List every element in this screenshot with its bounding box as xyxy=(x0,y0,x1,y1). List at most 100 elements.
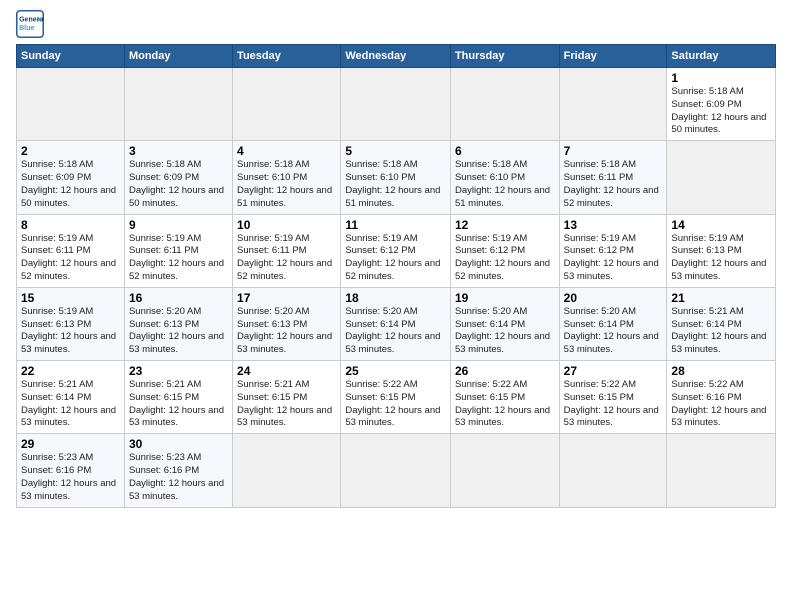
day-number: 15 xyxy=(21,291,120,305)
empty-cell xyxy=(450,434,559,507)
logo-icon: General Blue xyxy=(16,10,44,38)
day-info: Sunrise: 5:18 AMSunset: 6:11 PMDaylight:… xyxy=(564,159,663,210)
day-number: 29 xyxy=(21,437,120,451)
day-number: 5 xyxy=(345,144,446,158)
calendar-cell-11: 11Sunrise: 5:19 AMSunset: 6:12 PMDayligh… xyxy=(341,214,451,287)
day-number: 23 xyxy=(129,364,228,378)
calendar-cell-29: 29Sunrise: 5:23 AMSunset: 6:16 PMDayligh… xyxy=(17,434,125,507)
calendar-cell-23: 23Sunrise: 5:21 AMSunset: 6:15 PMDayligh… xyxy=(124,361,232,434)
day-number: 21 xyxy=(671,291,771,305)
day-number: 13 xyxy=(564,218,663,232)
day-number: 11 xyxy=(345,218,446,232)
day-number: 22 xyxy=(21,364,120,378)
day-number: 18 xyxy=(345,291,446,305)
calendar-cell-4: 4Sunrise: 5:18 AMSunset: 6:10 PMDaylight… xyxy=(233,141,341,214)
day-info: Sunrise: 5:19 AMSunset: 6:12 PMDaylight:… xyxy=(345,233,446,284)
day-info: Sunrise: 5:19 AMSunset: 6:12 PMDaylight:… xyxy=(564,233,663,284)
day-info: Sunrise: 5:19 AMSunset: 6:11 PMDaylight:… xyxy=(237,233,336,284)
calendar-cell-24: 24Sunrise: 5:21 AMSunset: 6:15 PMDayligh… xyxy=(233,361,341,434)
calendar-cell-13: 13Sunrise: 5:19 AMSunset: 6:12 PMDayligh… xyxy=(559,214,667,287)
day-number: 7 xyxy=(564,144,663,158)
calendar-header-tuesday: Tuesday xyxy=(233,45,341,68)
empty-cell xyxy=(559,68,667,141)
calendar-cell-15: 15Sunrise: 5:19 AMSunset: 6:13 PMDayligh… xyxy=(17,287,125,360)
calendar-cell-14: 14Sunrise: 5:19 AMSunset: 6:13 PMDayligh… xyxy=(667,214,776,287)
empty-cell xyxy=(559,434,667,507)
calendar-row-5: 29Sunrise: 5:23 AMSunset: 6:16 PMDayligh… xyxy=(17,434,776,507)
day-info: Sunrise: 5:19 AMSunset: 6:11 PMDaylight:… xyxy=(21,233,120,284)
calendar-cell-20: 20Sunrise: 5:20 AMSunset: 6:14 PMDayligh… xyxy=(559,287,667,360)
day-number: 30 xyxy=(129,437,228,451)
calendar-cell-17: 17Sunrise: 5:20 AMSunset: 6:13 PMDayligh… xyxy=(233,287,341,360)
day-info: Sunrise: 5:18 AMSunset: 6:09 PMDaylight:… xyxy=(21,159,120,210)
calendar-header-saturday: Saturday xyxy=(667,45,776,68)
empty-cell xyxy=(124,68,232,141)
day-number: 25 xyxy=(345,364,446,378)
empty-cell xyxy=(667,141,776,214)
calendar-row-2: 8Sunrise: 5:19 AMSunset: 6:11 PMDaylight… xyxy=(17,214,776,287)
day-number: 2 xyxy=(21,144,120,158)
day-info: Sunrise: 5:22 AMSunset: 6:15 PMDaylight:… xyxy=(455,379,555,430)
calendar-cell-28: 28Sunrise: 5:22 AMSunset: 6:16 PMDayligh… xyxy=(667,361,776,434)
day-info: Sunrise: 5:18 AMSunset: 6:10 PMDaylight:… xyxy=(455,159,555,210)
day-number: 6 xyxy=(455,144,555,158)
calendar-cell-16: 16Sunrise: 5:20 AMSunset: 6:13 PMDayligh… xyxy=(124,287,232,360)
day-info: Sunrise: 5:18 AMSunset: 6:09 PMDaylight:… xyxy=(129,159,228,210)
calendar-cell-18: 18Sunrise: 5:20 AMSunset: 6:14 PMDayligh… xyxy=(341,287,451,360)
calendar-row-3: 15Sunrise: 5:19 AMSunset: 6:13 PMDayligh… xyxy=(17,287,776,360)
day-info: Sunrise: 5:23 AMSunset: 6:16 PMDaylight:… xyxy=(21,452,120,503)
calendar-cell-21: 21Sunrise: 5:21 AMSunset: 6:14 PMDayligh… xyxy=(667,287,776,360)
empty-cell xyxy=(450,68,559,141)
day-info: Sunrise: 5:19 AMSunset: 6:13 PMDaylight:… xyxy=(21,306,120,357)
day-info: Sunrise: 5:20 AMSunset: 6:14 PMDaylight:… xyxy=(455,306,555,357)
calendar-cell-6: 6Sunrise: 5:18 AMSunset: 6:10 PMDaylight… xyxy=(450,141,559,214)
day-info: Sunrise: 5:20 AMSunset: 6:13 PMDaylight:… xyxy=(129,306,228,357)
day-info: Sunrise: 5:22 AMSunset: 6:15 PMDaylight:… xyxy=(345,379,446,430)
svg-text:Blue: Blue xyxy=(19,25,34,32)
empty-cell xyxy=(233,68,341,141)
calendar-cell-2: 2Sunrise: 5:18 AMSunset: 6:09 PMDaylight… xyxy=(17,141,125,214)
day-number: 24 xyxy=(237,364,336,378)
day-number: 16 xyxy=(129,291,228,305)
day-number: 3 xyxy=(129,144,228,158)
day-info: Sunrise: 5:21 AMSunset: 6:14 PMDaylight:… xyxy=(671,306,771,357)
calendar-cell-7: 7Sunrise: 5:18 AMSunset: 6:11 PMDaylight… xyxy=(559,141,667,214)
calendar-cell-5: 5Sunrise: 5:18 AMSunset: 6:10 PMDaylight… xyxy=(341,141,451,214)
day-number: 27 xyxy=(564,364,663,378)
day-info: Sunrise: 5:19 AMSunset: 6:13 PMDaylight:… xyxy=(671,233,771,284)
calendar-cell-26: 26Sunrise: 5:22 AMSunset: 6:15 PMDayligh… xyxy=(450,361,559,434)
calendar-cell-19: 19Sunrise: 5:20 AMSunset: 6:14 PMDayligh… xyxy=(450,287,559,360)
day-number: 10 xyxy=(237,218,336,232)
day-number: 1 xyxy=(671,71,771,85)
day-number: 28 xyxy=(671,364,771,378)
calendar-header-friday: Friday xyxy=(559,45,667,68)
calendar-cell-1: 1Sunrise: 5:18 AMSunset: 6:09 PMDaylight… xyxy=(667,68,776,141)
calendar-cell-8: 8Sunrise: 5:19 AMSunset: 6:11 PMDaylight… xyxy=(17,214,125,287)
calendar-cell-12: 12Sunrise: 5:19 AMSunset: 6:12 PMDayligh… xyxy=(450,214,559,287)
day-info: Sunrise: 5:19 AMSunset: 6:11 PMDaylight:… xyxy=(129,233,228,284)
day-info: Sunrise: 5:21 AMSunset: 6:15 PMDaylight:… xyxy=(129,379,228,430)
day-info: Sunrise: 5:21 AMSunset: 6:14 PMDaylight:… xyxy=(21,379,120,430)
empty-cell xyxy=(233,434,341,507)
calendar-header-row: SundayMondayTuesdayWednesdayThursdayFrid… xyxy=(17,45,776,68)
day-info: Sunrise: 5:19 AMSunset: 6:12 PMDaylight:… xyxy=(455,233,555,284)
day-info: Sunrise: 5:20 AMSunset: 6:13 PMDaylight:… xyxy=(237,306,336,357)
empty-cell xyxy=(667,434,776,507)
day-number: 26 xyxy=(455,364,555,378)
calendar-row-0: 1Sunrise: 5:18 AMSunset: 6:09 PMDaylight… xyxy=(17,68,776,141)
day-number: 8 xyxy=(21,218,120,232)
day-info: Sunrise: 5:20 AMSunset: 6:14 PMDaylight:… xyxy=(345,306,446,357)
day-info: Sunrise: 5:20 AMSunset: 6:14 PMDaylight:… xyxy=(564,306,663,357)
day-number: 17 xyxy=(237,291,336,305)
logo: General Blue xyxy=(16,10,44,38)
calendar-row-1: 2Sunrise: 5:18 AMSunset: 6:09 PMDaylight… xyxy=(17,141,776,214)
calendar-table: SundayMondayTuesdayWednesdayThursdayFrid… xyxy=(16,44,776,508)
page: General Blue SundayMondayTuesdayWednesda… xyxy=(0,0,792,612)
day-number: 14 xyxy=(671,218,771,232)
day-info: Sunrise: 5:23 AMSunset: 6:16 PMDaylight:… xyxy=(129,452,228,503)
header: General Blue xyxy=(16,10,776,38)
day-number: 9 xyxy=(129,218,228,232)
day-info: Sunrise: 5:18 AMSunset: 6:10 PMDaylight:… xyxy=(345,159,446,210)
calendar-cell-27: 27Sunrise: 5:22 AMSunset: 6:15 PMDayligh… xyxy=(559,361,667,434)
day-info: Sunrise: 5:21 AMSunset: 6:15 PMDaylight:… xyxy=(237,379,336,430)
